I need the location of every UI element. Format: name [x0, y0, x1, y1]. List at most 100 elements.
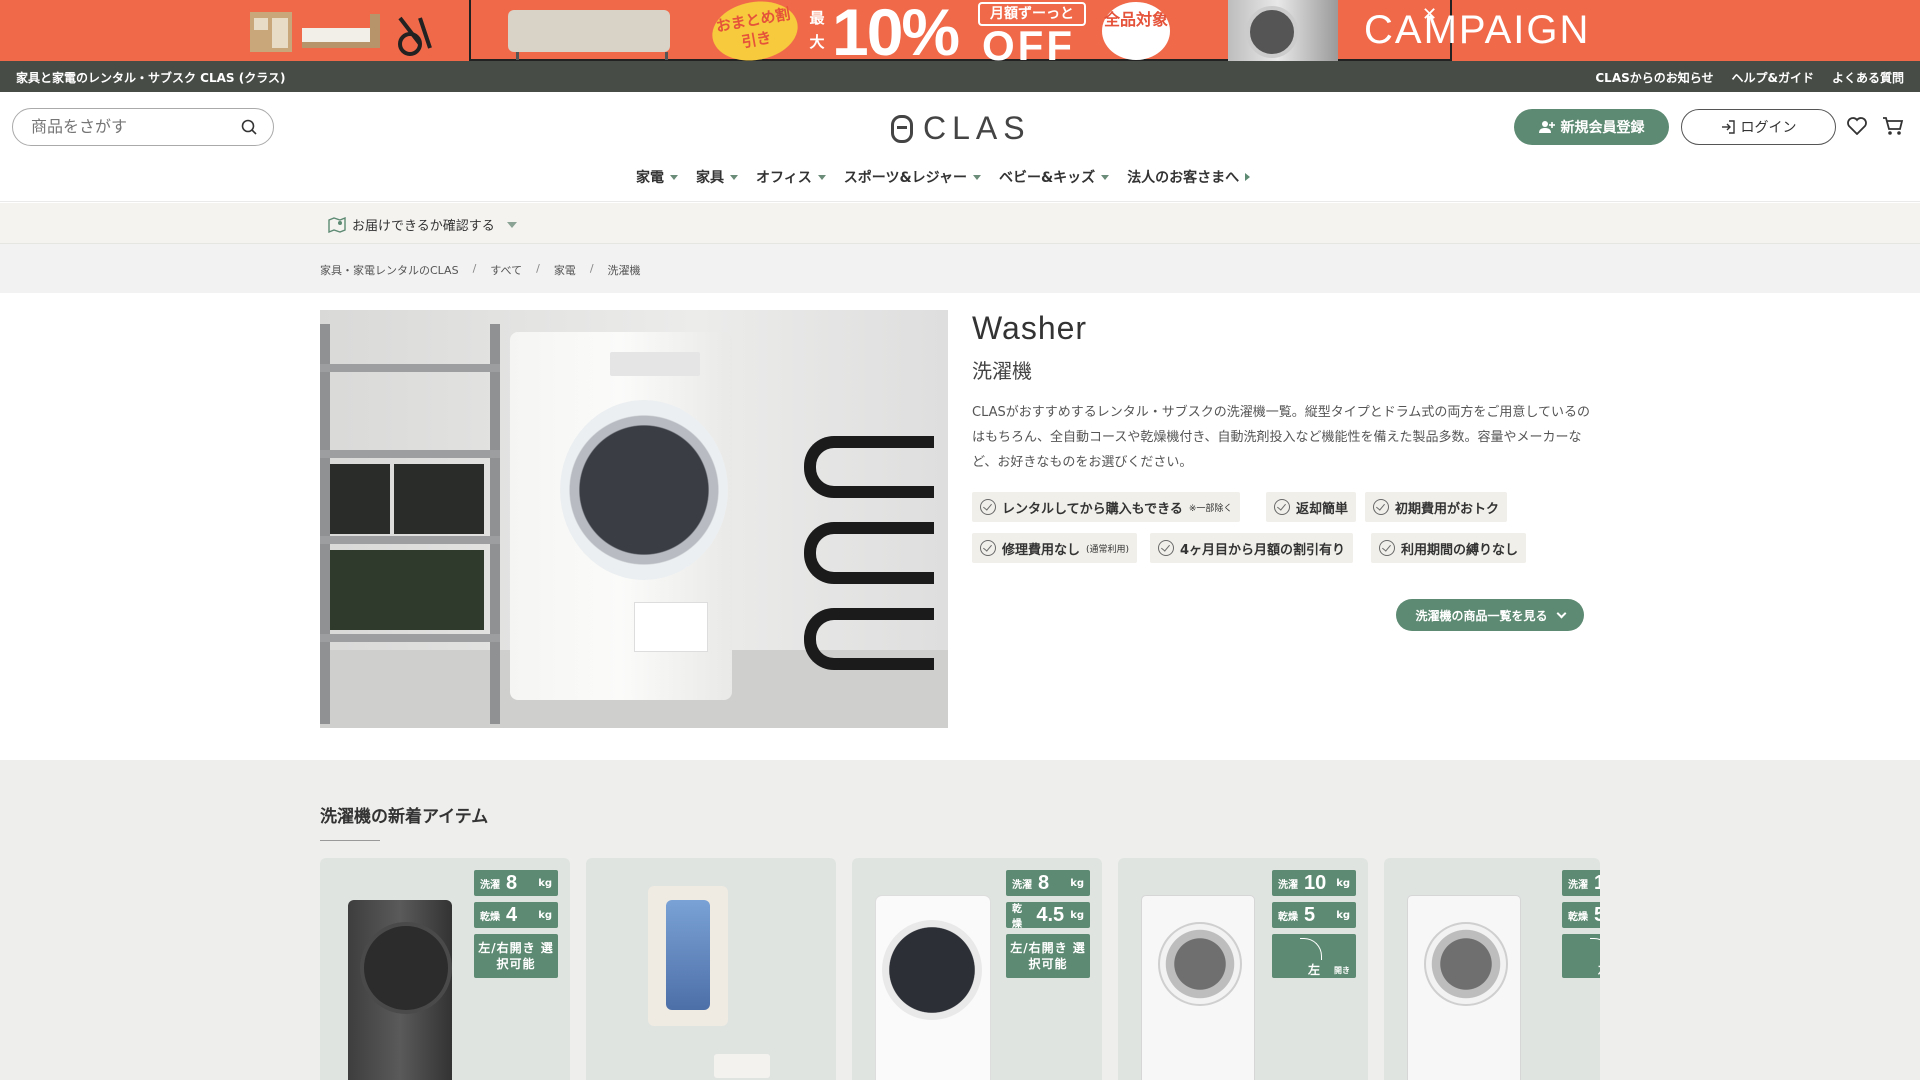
clas-logo[interactable]: CLAS [891, 110, 1031, 147]
hero-washer-photo [320, 310, 948, 728]
view-list-label: 洗濯機の商品一覧を見る [1415, 608, 1548, 623]
unit-label: kg [1336, 877, 1350, 889]
dry-capacity-value: 4 [506, 903, 518, 926]
badge-label: 乾燥 [1278, 911, 1298, 923]
category-description: CLASがおすすめするレンタル・サブスクの洗濯機一覧。縦型タイプとドラム式の両方… [972, 405, 1590, 470]
category-intro: Washer 洗濯機 CLASがおすすめするレンタル・サブスクの洗濯機一覧。縦型… [972, 310, 1600, 475]
help-guide-link[interactable]: ヘルプ&ガイド [1732, 69, 1814, 86]
delivery-check-bar: お届けできるか確認する [0, 203, 1920, 244]
door-direction-badge: 左 開き [1272, 934, 1356, 978]
breadcrumb-separator: / [472, 262, 477, 275]
title-underline [320, 840, 380, 841]
feature-tag-label: 修理費用なし [1002, 542, 1081, 558]
wash-capacity-value: 10 [1594, 871, 1600, 894]
dry-capacity-badge: 乾燥 4 kg [474, 902, 558, 928]
faq-link[interactable]: よくある質問 [1832, 69, 1904, 86]
feature-tag: 初期費用がおトク [1365, 492, 1508, 522]
feature-tag: 利用期間の縛りなし [1371, 533, 1527, 563]
breadcrumb-all[interactable]: すべて [490, 262, 522, 278]
feature-tag: レンタルしてから購入もできる ※一部除く [972, 492, 1241, 522]
unit-label: kg [538, 877, 552, 889]
feature-tag-note: ※一部除く [1188, 503, 1233, 514]
spec-badges: 洗濯 8 kg 乾燥 4 kg 左/右開き 選択可能 [474, 870, 558, 978]
banner-sofa-image [508, 10, 670, 60]
heart-icon[interactable] [1847, 117, 1867, 135]
check-circle-icon [1274, 499, 1290, 515]
nav-label: スポーツ&レジャー [843, 170, 967, 186]
cart-icon[interactable] [1882, 116, 1904, 136]
nav-item-office[interactable]: オフィス [756, 167, 826, 187]
chevron-down-icon [730, 174, 738, 180]
breadcrumb-home[interactable]: 家具・家電レンタルのCLAS [320, 262, 459, 278]
check-circle-icon [1158, 540, 1174, 556]
unit-label: kg [538, 909, 552, 921]
chevron-down-icon [670, 174, 678, 180]
dry-capacity-badge: 乾燥 5 [1562, 902, 1600, 928]
product-card[interactable] [586, 858, 836, 1080]
unit-label: kg [1070, 909, 1084, 921]
product-card[interactable]: 洗濯 10 乾燥 5 左 [1384, 858, 1600, 1080]
login-label: ログイン [1740, 120, 1797, 136]
campaign-banner[interactable]: おまとめ割引き 最大 10% 月額ずーっと OFF 全品対象 CAMPAIGN … [0, 0, 1920, 61]
search-input[interactable] [31, 117, 231, 136]
register-label: 新規会員登録 [1560, 120, 1645, 136]
breadcrumb-appliances[interactable]: 家電 [554, 262, 576, 278]
wash-capacity-value: 8 [506, 871, 518, 894]
chevron-down-icon [1101, 174, 1110, 180]
wash-capacity-badge: 洗濯 8 kg [1006, 870, 1090, 896]
category-nav: 家電 家具 オフィス スポーツ&レジャー ベビー&キッズ 法人のお客さまへ [636, 167, 1251, 187]
site-tagline: 家具と家電のレンタル・サブスク CLAS (クラス) [16, 71, 286, 85]
dry-capacity-badge: 乾燥 4.5 kg [1006, 902, 1090, 930]
door-option-badge: 左/右開き 選択可能 [474, 934, 558, 978]
product-image [1142, 896, 1254, 1080]
spec-badges: 洗濯 10 kg 乾燥 5 kg 左 開き [1272, 870, 1356, 978]
nav-label: オフィス [756, 170, 812, 186]
door-option-badge: 左/右開き 選択可能 [1006, 934, 1090, 978]
nav-label: 法人のお客さまへ [1127, 170, 1240, 186]
feature-tag-label: 利用期間の縛りなし [1401, 542, 1519, 558]
banner-washer-image [1228, 0, 1338, 61]
badge-label: 乾燥 [1012, 904, 1022, 930]
door-direction-badge: 左 [1562, 934, 1600, 978]
news-link[interactable]: CLASからのお知らせ [1595, 69, 1713, 86]
wash-capacity-value: 8 [1038, 871, 1050, 894]
view-washer-list-button[interactable]: 洗濯機の商品一覧を見る [1396, 599, 1584, 631]
product-image [1408, 896, 1520, 1080]
nav-item-furniture[interactable]: 家具 [696, 167, 738, 187]
wash-capacity-badge: 洗濯 8 kg [474, 870, 558, 896]
nav-item-sports-leisure[interactable]: スポーツ&レジャー [844, 167, 981, 187]
new-items-title: 洗濯機の新着アイテム [320, 807, 489, 827]
nav-item-baby-kids[interactable]: ベビー&キッズ [998, 167, 1110, 187]
chevron-down-icon [972, 174, 981, 180]
feature-tag-label: 返却簡単 [1296, 501, 1349, 517]
map-pin-icon [328, 216, 346, 233]
banner-furniture-image [250, 4, 440, 58]
nav-item-appliances[interactable]: 家電 [636, 167, 678, 187]
chevron-down-icon [817, 174, 826, 180]
search-icon[interactable] [241, 119, 257, 135]
breadcrumb-current: 洗濯機 [607, 264, 641, 277]
feature-tag: 修理費用なし (通常利用) [972, 533, 1138, 563]
shelf-image [320, 324, 500, 724]
banner-close-icon[interactable]: ✕ [1422, 4, 1437, 25]
door-opening-icon [1300, 938, 1322, 960]
nav-label: ベビー&キッズ [998, 170, 1096, 186]
product-card[interactable]: 洗濯 8 kg 乾燥 4 kg 左/右開き 選択可能 [320, 858, 570, 1080]
register-button[interactable]: 新規会員登録 [1514, 109, 1669, 145]
door-side-label: 左 [1308, 963, 1321, 977]
dry-capacity-badge: 乾燥 5 kg [1272, 902, 1356, 928]
badge-label: 乾燥 [480, 911, 500, 923]
wash-capacity-badge: 洗濯 10 kg [1272, 870, 1356, 896]
delivery-check-toggle[interactable]: お届けできるか確認する [328, 215, 517, 234]
login-button[interactable]: ログイン [1681, 109, 1836, 145]
feature-tag: 4ヶ月目から月額の割引有り [1150, 533, 1354, 563]
add-user-icon [1538, 121, 1555, 133]
check-circle-icon [980, 540, 996, 556]
badge-label: 洗濯 [1278, 879, 1298, 891]
product-card[interactable]: 洗濯 8 kg 乾燥 4.5 kg 左/右開き 選択可能 [852, 858, 1102, 1080]
breadcrumb-separator: / [536, 262, 540, 275]
all-items-badge: 全品対象 [1102, 2, 1170, 60]
nav-item-business[interactable]: 法人のお客さまへ [1127, 167, 1251, 187]
search-box[interactable] [12, 108, 274, 146]
product-card[interactable]: 洗濯 10 kg 乾燥 5 kg 左 開き [1118, 858, 1368, 1080]
